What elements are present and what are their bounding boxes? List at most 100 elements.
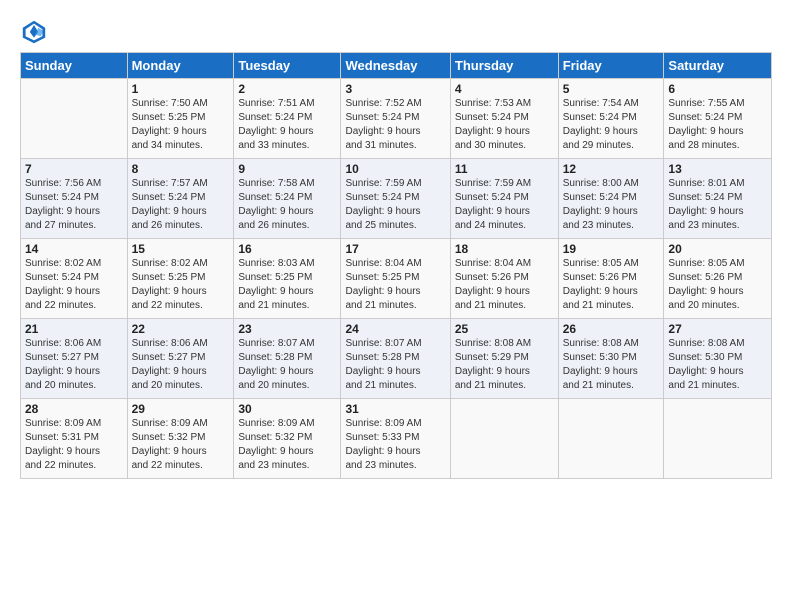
day-number: 13	[668, 162, 767, 176]
day-info: Sunrise: 8:08 AM Sunset: 5:29 PM Dayligh…	[455, 337, 554, 393]
day-cell: 31Sunrise: 8:09 AM Sunset: 5:33 PM Dayli…	[341, 399, 450, 479]
day-info: Sunrise: 7:59 AM Sunset: 5:24 PM Dayligh…	[345, 177, 445, 233]
day-number: 21	[25, 322, 123, 336]
day-number: 22	[132, 322, 230, 336]
day-info: Sunrise: 8:09 AM Sunset: 5:32 PM Dayligh…	[132, 417, 230, 473]
day-number: 30	[238, 402, 336, 416]
day-number: 3	[345, 82, 445, 96]
logo-icon	[20, 18, 48, 46]
page: SundayMondayTuesdayWednesdayThursdayFrid…	[0, 0, 792, 489]
day-info: Sunrise: 7:55 AM Sunset: 5:24 PM Dayligh…	[668, 97, 767, 153]
day-number: 25	[455, 322, 554, 336]
day-number: 19	[563, 242, 660, 256]
day-number: 29	[132, 402, 230, 416]
day-number: 31	[345, 402, 445, 416]
logo	[20, 18, 52, 46]
day-cell	[558, 399, 664, 479]
day-cell: 26Sunrise: 8:08 AM Sunset: 5:30 PM Dayli…	[558, 319, 664, 399]
day-cell: 9Sunrise: 7:58 AM Sunset: 5:24 PM Daylig…	[234, 159, 341, 239]
day-info: Sunrise: 8:05 AM Sunset: 5:26 PM Dayligh…	[668, 257, 767, 313]
day-cell: 19Sunrise: 8:05 AM Sunset: 5:26 PM Dayli…	[558, 239, 664, 319]
day-cell: 8Sunrise: 7:57 AM Sunset: 5:24 PM Daylig…	[127, 159, 234, 239]
day-number: 4	[455, 82, 554, 96]
day-info: Sunrise: 8:09 AM Sunset: 5:31 PM Dayligh…	[25, 417, 123, 473]
day-number: 23	[238, 322, 336, 336]
weekday-thursday: Thursday	[450, 53, 558, 79]
day-info: Sunrise: 7:50 AM Sunset: 5:25 PM Dayligh…	[132, 97, 230, 153]
day-cell: 3Sunrise: 7:52 AM Sunset: 5:24 PM Daylig…	[341, 79, 450, 159]
day-number: 24	[345, 322, 445, 336]
calendar-table: SundayMondayTuesdayWednesdayThursdayFrid…	[20, 52, 772, 479]
day-cell: 22Sunrise: 8:06 AM Sunset: 5:27 PM Dayli…	[127, 319, 234, 399]
day-info: Sunrise: 8:04 AM Sunset: 5:25 PM Dayligh…	[345, 257, 445, 313]
day-info: Sunrise: 8:07 AM Sunset: 5:28 PM Dayligh…	[345, 337, 445, 393]
weekday-tuesday: Tuesday	[234, 53, 341, 79]
day-info: Sunrise: 8:09 AM Sunset: 5:33 PM Dayligh…	[345, 417, 445, 473]
day-info: Sunrise: 7:57 AM Sunset: 5:24 PM Dayligh…	[132, 177, 230, 233]
weekday-saturday: Saturday	[664, 53, 772, 79]
day-cell: 5Sunrise: 7:54 AM Sunset: 5:24 PM Daylig…	[558, 79, 664, 159]
day-number: 27	[668, 322, 767, 336]
day-info: Sunrise: 7:53 AM Sunset: 5:24 PM Dayligh…	[455, 97, 554, 153]
day-cell: 29Sunrise: 8:09 AM Sunset: 5:32 PM Dayli…	[127, 399, 234, 479]
day-cell: 4Sunrise: 7:53 AM Sunset: 5:24 PM Daylig…	[450, 79, 558, 159]
day-number: 5	[563, 82, 660, 96]
weekday-sunday: Sunday	[21, 53, 128, 79]
day-cell: 14Sunrise: 8:02 AM Sunset: 5:24 PM Dayli…	[21, 239, 128, 319]
day-number: 28	[25, 402, 123, 416]
day-number: 11	[455, 162, 554, 176]
day-number: 26	[563, 322, 660, 336]
day-cell: 15Sunrise: 8:02 AM Sunset: 5:25 PM Dayli…	[127, 239, 234, 319]
week-row-4: 21 Sunrise: 8:06 AM Sunset: 5:27 PM Dayli…	[21, 319, 772, 399]
day-cell: 18Sunrise: 8:04 AM Sunset: 5:26 PM Dayli…	[450, 239, 558, 319]
day-number: 2	[238, 82, 336, 96]
day-number: 6	[668, 82, 767, 96]
weekday-monday: Monday	[127, 53, 234, 79]
day-number: 20	[668, 242, 767, 256]
weekday-header-row: SundayMondayTuesdayWednesdayThursdayFrid…	[21, 53, 772, 79]
header	[20, 18, 772, 46]
day-cell: 23Sunrise: 8:07 AM Sunset: 5:28 PM Dayli…	[234, 319, 341, 399]
day-cell: 2Sunrise: 7:51 AM Sunset: 5:24 PM Daylig…	[234, 79, 341, 159]
week-row-2: 7Sunrise: 7:56 AM Sunset: 5:24 PM Daylig…	[21, 159, 772, 239]
day-cell: 30Sunrise: 8:09 AM Sunset: 5:32 PM Dayli…	[234, 399, 341, 479]
day-cell: 10Sunrise: 7:59 AM Sunset: 5:24 PM Dayli…	[341, 159, 450, 239]
day-info: Sunrise: 8:02 AM Sunset: 5:25 PM Dayligh…	[132, 257, 230, 313]
weekday-wednesday: Wednesday	[341, 53, 450, 79]
week-row-3: 14Sunrise: 8:02 AM Sunset: 5:24 PM Dayli…	[21, 239, 772, 319]
day-cell: 21Sunrise: 8:06 AM Sunset: 5:27 PM Dayli…	[21, 319, 128, 399]
day-cell: 1Sunrise: 7:50 AM Sunset: 5:25 PM Daylig…	[127, 79, 234, 159]
day-info: Sunrise: 8:01 AM Sunset: 5:24 PM Dayligh…	[668, 177, 767, 233]
week-row-1: 1Sunrise: 7:50 AM Sunset: 5:25 PM Daylig…	[21, 79, 772, 159]
day-number: 18	[455, 242, 554, 256]
day-info: Sunrise: 7:59 AM Sunset: 5:24 PM Dayligh…	[455, 177, 554, 233]
day-info: Sunrise: 8:05 AM Sunset: 5:26 PM Dayligh…	[563, 257, 660, 313]
day-info: Sunrise: 8:07 AM Sunset: 5:28 PM Dayligh…	[238, 337, 336, 393]
day-cell: 11Sunrise: 7:59 AM Sunset: 5:24 PM Dayli…	[450, 159, 558, 239]
day-info: Sunrise: 8:03 AM Sunset: 5:25 PM Dayligh…	[238, 257, 336, 313]
day-info: Sunrise: 7:51 AM Sunset: 5:24 PM Dayligh…	[238, 97, 336, 153]
day-cell: 6Sunrise: 7:55 AM Sunset: 5:24 PM Daylig…	[664, 79, 772, 159]
day-info: Sunrise: 7:56 AM Sunset: 5:24 PM Dayligh…	[25, 177, 123, 233]
day-info: Sunrise: 8:02 AM Sunset: 5:24 PM Dayligh…	[25, 257, 123, 313]
day-cell: 7Sunrise: 7:56 AM Sunset: 5:24 PM Daylig…	[21, 159, 128, 239]
day-info: Sunrise: 8:06 AM Sunset: 5:27 PM Dayligh…	[132, 337, 230, 393]
day-cell: 25Sunrise: 8:08 AM Sunset: 5:29 PM Dayli…	[450, 319, 558, 399]
day-cell	[21, 79, 128, 159]
day-cell: 28Sunrise: 8:09 AM Sunset: 5:31 PM Dayli…	[21, 399, 128, 479]
day-cell	[664, 399, 772, 479]
day-info: Sunrise: 7:54 AM Sunset: 5:24 PM Dayligh…	[563, 97, 660, 153]
week-row-5: 28Sunrise: 8:09 AM Sunset: 5:31 PM Dayli…	[21, 399, 772, 479]
day-info: Sunrise: 7:58 AM Sunset: 5:24 PM Dayligh…	[238, 177, 336, 233]
day-number: 12	[563, 162, 660, 176]
day-cell	[450, 399, 558, 479]
day-info: Sunrise: 8:09 AM Sunset: 5:32 PM Dayligh…	[238, 417, 336, 473]
day-number: 15	[132, 242, 230, 256]
day-cell: 16Sunrise: 8:03 AM Sunset: 5:25 PM Dayli…	[234, 239, 341, 319]
day-info: Sunrise: 8:08 AM Sunset: 5:30 PM Dayligh…	[563, 337, 660, 393]
day-cell: 24Sunrise: 8:07 AM Sunset: 5:28 PM Dayli…	[341, 319, 450, 399]
day-number: 7	[25, 162, 123, 176]
day-number: 8	[132, 162, 230, 176]
day-number: 16	[238, 242, 336, 256]
day-number: 17	[345, 242, 445, 256]
